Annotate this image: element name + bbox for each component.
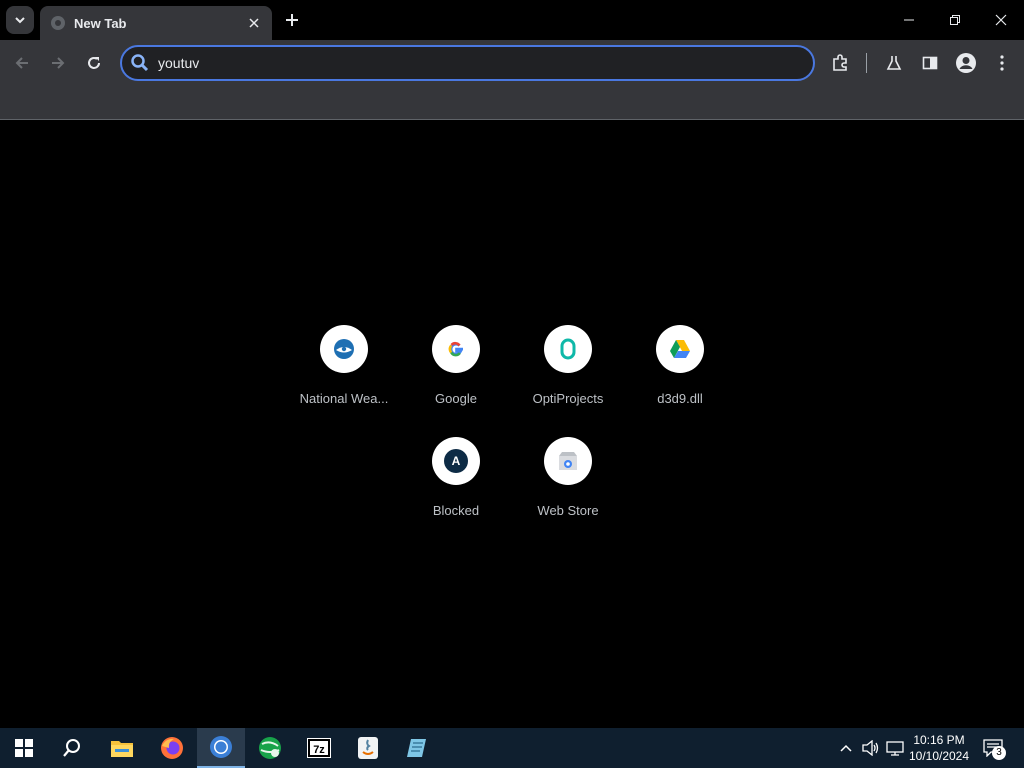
- optiprojects-logo-icon: [560, 338, 576, 360]
- tab-new-tab[interactable]: New Tab: [40, 6, 272, 40]
- extensions-button[interactable]: [826, 49, 854, 77]
- restore-button[interactable]: [932, 0, 978, 40]
- chrome-icon: [210, 736, 232, 758]
- speaker-icon: [862, 740, 879, 756]
- notifications-button[interactable]: 3: [980, 728, 1006, 768]
- close-icon: [995, 14, 1007, 26]
- taskbar-search-button[interactable]: [48, 728, 96, 768]
- shortcut-favicon: [656, 325, 704, 373]
- plus-icon: [286, 14, 298, 26]
- globe-icon: [51, 16, 65, 30]
- tab-close-button[interactable]: [246, 15, 262, 31]
- browser-toolbar: [0, 40, 1024, 86]
- 7zip-icon: 7z: [307, 738, 331, 758]
- new-tab-button[interactable]: [280, 8, 304, 32]
- arrow-right-icon: [52, 57, 65, 69]
- noaa-logo-icon: [334, 339, 354, 359]
- taskbar-clock[interactable]: 10:16 PM 10/10/2024: [902, 732, 976, 764]
- network-globe-icon: [259, 737, 281, 759]
- volume-button[interactable]: [860, 728, 882, 768]
- firefox-icon: [161, 737, 183, 759]
- side-panel-button[interactable]: [916, 49, 944, 77]
- new-tab-page: National Wea... Google OptiProjects d3d9…: [0, 121, 1024, 728]
- web-store-icon: [559, 452, 577, 470]
- windows-taskbar: 7z 10:16 PM 10/10/2024 3: [0, 728, 1024, 768]
- shortcut-tile[interactable]: OptiProjects: [512, 325, 624, 437]
- address-bar[interactable]: [120, 45, 815, 81]
- shortcut-favicon: [320, 325, 368, 373]
- shortcut-favicon: [544, 325, 592, 373]
- restore-icon: [950, 15, 960, 25]
- google-logo-icon: [448, 341, 463, 357]
- reload-button[interactable]: [80, 49, 108, 77]
- close-window-button[interactable]: [978, 0, 1024, 40]
- 7zip-button[interactable]: 7z: [295, 728, 343, 768]
- shortcut-tile[interactable]: Web Store: [512, 437, 624, 549]
- java-button[interactable]: [344, 728, 392, 768]
- clock-time: 10:16 PM: [913, 733, 965, 747]
- notepad-icon: [407, 739, 426, 757]
- firefox-button[interactable]: [148, 728, 196, 768]
- file-explorer-button[interactable]: [98, 728, 146, 768]
- search-icon: [63, 739, 80, 757]
- reload-icon: [88, 57, 100, 69]
- shortcut-tile[interactable]: Google: [400, 325, 512, 437]
- shortcut-label: d3d9.dll: [657, 391, 703, 406]
- shortcut-tile[interactable]: National Wea...: [288, 325, 400, 437]
- toolbar-divider: [866, 53, 867, 73]
- title-bar: New Tab: [0, 0, 1024, 40]
- folder-icon: [111, 741, 133, 757]
- clock-date: 10/10/2024: [908, 749, 970, 763]
- shortcut-label: Blocked: [432, 503, 480, 518]
- minimize-button[interactable]: [886, 0, 932, 40]
- shortcut-tile[interactable]: A Blocked: [400, 437, 512, 549]
- shortcut-favicon: A: [432, 437, 480, 485]
- close-icon: [249, 18, 259, 28]
- shortcut-favicon: [544, 437, 592, 485]
- shortcut-favicon: [432, 325, 480, 373]
- search-icon: [131, 54, 149, 72]
- avatar-icon: [956, 53, 976, 73]
- tab-title: New Tab: [74, 15, 127, 31]
- flask-icon: [886, 56, 902, 70]
- shortcut-label: National Wea...: [299, 391, 389, 406]
- more-vertical-icon: [1000, 55, 1004, 71]
- app-button-globe[interactable]: [246, 728, 294, 768]
- arrow-left-icon: [15, 57, 28, 69]
- shortcut-label: Google: [435, 391, 477, 406]
- letter-avatar: A: [444, 449, 468, 473]
- show-hidden-icons-button[interactable]: [836, 728, 856, 768]
- minimize-icon: [904, 19, 914, 21]
- start-button[interactable]: [0, 728, 48, 768]
- notepad-button[interactable]: [393, 728, 441, 768]
- shortcut-label: OptiProjects: [532, 391, 604, 406]
- forward-button[interactable]: [44, 49, 72, 77]
- puzzle-icon: [833, 54, 847, 71]
- bookmark-bar: [0, 86, 1024, 120]
- back-button[interactable]: [8, 49, 36, 77]
- menu-button[interactable]: [988, 49, 1016, 77]
- side-panel-icon: [922, 56, 938, 70]
- shortcut-label: Web Store: [537, 503, 599, 518]
- java-icon: [358, 737, 378, 759]
- chrome-button[interactable]: [197, 728, 245, 768]
- tab-search-button[interactable]: [6, 6, 34, 34]
- google-drive-icon: [670, 340, 690, 358]
- address-input[interactable]: [158, 55, 758, 71]
- profile-button[interactable]: [952, 49, 980, 77]
- notification-badge: 3: [992, 746, 1006, 760]
- chevron-down-icon: [15, 17, 25, 24]
- chevron-up-icon: [840, 744, 852, 752]
- labs-button[interactable]: [880, 49, 908, 77]
- shortcut-tile[interactable]: d3d9.dll: [624, 325, 736, 437]
- windows-logo-icon: [15, 739, 33, 757]
